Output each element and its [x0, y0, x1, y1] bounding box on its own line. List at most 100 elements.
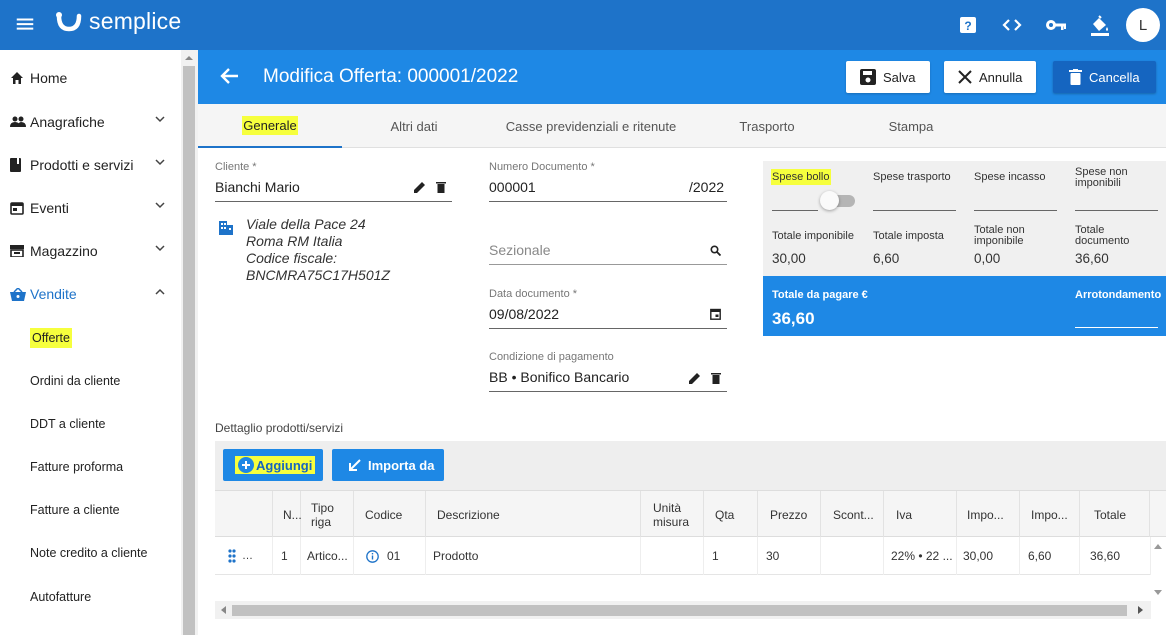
logo-icon — [56, 11, 82, 31]
column-header-totale[interactable]: Totale — [1080, 491, 1150, 538]
column-header-iva[interactable]: Iva — [884, 491, 957, 538]
column-header-tipo[interactable]: Tipo riga — [301, 491, 354, 538]
cell-imposta[interactable]: 6,60 — [1020, 537, 1080, 575]
spese-trasporto-field[interactable] — [873, 210, 956, 211]
building-icon — [217, 218, 234, 235]
data-field[interactable]: 09/08/2022 — [489, 306, 559, 322]
cell-tipo[interactable]: Artico... — [301, 537, 354, 575]
cell-iva[interactable]: 22% • 22 ... — [884, 537, 957, 575]
trash-icon[interactable] — [436, 181, 446, 193]
cell-n[interactable]: 1 — [273, 537, 301, 575]
sidebar-item-eventi[interactable]: Eventi — [0, 188, 181, 228]
chevron-down-icon — [155, 116, 165, 123]
totale-imponibile-value: 30,00 — [772, 251, 806, 266]
sidebar-subitem-ddt[interactable]: DDT a cliente — [30, 414, 106, 434]
scroll-up-arrow-icon[interactable] — [184, 55, 194, 61]
paint-bucket-icon[interactable] — [1078, 7, 1122, 43]
cliente-field[interactable]: Bianchi Mario — [215, 179, 300, 195]
totals-panel: Spese bollo Spese trasporto Spese incass… — [763, 161, 1166, 276]
key-icon[interactable] — [1034, 7, 1078, 43]
spese-non-imponibili-field[interactable] — [1075, 210, 1158, 211]
edit-icon[interactable] — [414, 181, 426, 193]
row-drag-handle[interactable]: … — [215, 537, 273, 575]
sidebar-item-label: Home — [30, 70, 68, 86]
column-header-imposta[interactable]: Impo... — [1020, 491, 1080, 538]
tab-casse-previdenziali[interactable]: Casse previdenziali e ritenute — [486, 104, 696, 148]
column-header-um[interactable]: Unità misura — [641, 491, 704, 538]
menu-icon[interactable] — [14, 13, 36, 35]
tab-bar: Generale Altri dati Casse previdenziali … — [198, 104, 1166, 148]
scroll-right-arrow-icon[interactable] — [1138, 606, 1143, 614]
data-underline — [489, 328, 727, 329]
spese-incasso-field[interactable] — [974, 210, 1057, 211]
column-header-sconto[interactable]: Scont... — [821, 491, 884, 538]
sidebar-item-magazzino[interactable]: Magazzino — [0, 231, 181, 271]
sidebar-item-anagrafiche[interactable]: Anagrafiche — [0, 102, 181, 142]
condizione-field[interactable]: BB • Bonifico Bancario — [489, 369, 629, 385]
table-row[interactable]: … 1 Artico... 01 Prodotto 1 30 22% • 22 … — [215, 537, 1151, 575]
sidebar-item-label: Eventi — [30, 200, 69, 216]
book-icon — [10, 158, 30, 172]
cell-prezzo[interactable]: 30 — [758, 537, 821, 575]
grid-empty-area — [215, 575, 1151, 601]
toggle-knob[interactable] — [820, 191, 839, 210]
grid-horizontal-scrollbar-thumb[interactable] — [232, 605, 1127, 616]
delete-button[interactable]: Cancella — [1053, 61, 1156, 93]
sidebar-subitem-autofatture[interactable]: Autofatture — [30, 587, 91, 607]
sezionale-input[interactable]: Sezionale — [489, 242, 551, 258]
add-row-button[interactable]: Aggiungi — [223, 449, 323, 481]
column-header-imponibile[interactable]: Impo... — [957, 491, 1020, 538]
scroll-up-arrow-icon[interactable] — [1154, 544, 1162, 549]
cell-descrizione[interactable]: Prodotto — [426, 537, 641, 575]
sidebar-subitem-fatture[interactable]: Fatture a cliente — [30, 500, 120, 520]
column-header-descrizione[interactable]: Descrizione — [426, 491, 641, 538]
cancel-button[interactable]: Annulla — [944, 61, 1037, 93]
cell-sconto[interactable] — [821, 537, 884, 575]
chevron-down-icon — [155, 245, 165, 252]
tab-generale[interactable]: Generale — [198, 104, 342, 148]
sidebar-item-vendite[interactable]: Vendite — [0, 274, 181, 314]
search-icon[interactable] — [710, 245, 721, 256]
sidebar-item-home[interactable]: Home — [0, 58, 181, 98]
avatar[interactable]: L — [1126, 8, 1160, 42]
sidebar-scrollbar-thumb[interactable] — [183, 66, 195, 635]
trash-icon[interactable] — [711, 372, 721, 384]
tab-trasporto[interactable]: Trasporto — [696, 104, 838, 148]
spese-incasso-label: Spese incasso — [974, 171, 1046, 183]
chevron-down-icon — [155, 202, 165, 209]
cell-um[interactable] — [641, 537, 704, 575]
tab-stampa[interactable]: Stampa — [838, 104, 984, 148]
save-button[interactable]: Salva — [846, 61, 930, 93]
arrotondamento-field[interactable] — [1075, 327, 1158, 328]
back-arrow-icon[interactable] — [220, 67, 240, 85]
grid-vertical-scrollbar[interactable] — [1151, 537, 1166, 599]
help-icon[interactable]: ? — [946, 7, 990, 43]
calendar-icon[interactable] — [710, 308, 721, 320]
logo[interactable]: semplice — [55, 8, 181, 35]
tab-altri-dati[interactable]: Altri dati — [342, 104, 486, 148]
numero-field[interactable]: 000001 — [489, 179, 536, 195]
edit-icon[interactable] — [689, 372, 701, 384]
sidebar-subitem-offerte[interactable]: Offerte — [30, 328, 72, 348]
sidebar-subitem-ordini[interactable]: Ordini da cliente — [30, 371, 120, 391]
sidebar-item-prodotti[interactable]: Prodotti e servizi — [0, 145, 181, 185]
column-header-codice[interactable]: Codice — [354, 491, 426, 538]
code-icon[interactable] — [990, 7, 1034, 43]
cell-codice[interactable]: 01 — [354, 537, 426, 575]
cell-qta[interactable]: 1 — [704, 537, 758, 575]
scroll-left-arrow-icon[interactable] — [221, 606, 226, 614]
cell-imponibile[interactable]: 30,00 — [957, 537, 1020, 575]
cell-totale[interactable]: 36,60 — [1080, 537, 1151, 575]
sidebar-subitem-proforma[interactable]: Fatture proforma — [30, 457, 123, 477]
sidebar-subitem-note-credito[interactable]: Note credito a cliente — [30, 543, 147, 563]
column-header-prezzo[interactable]: Prezzo — [758, 491, 821, 538]
column-header-n[interactable]: N... — [273, 491, 302, 538]
scroll-down-arrow-icon[interactable] — [1154, 590, 1162, 595]
import-button[interactable]: Importa da — [332, 449, 444, 481]
cancel-label: Annulla — [979, 69, 1023, 85]
numero-label: Numero Documento * — [489, 161, 595, 173]
people-icon — [10, 116, 30, 128]
info-icon[interactable] — [366, 549, 379, 563]
column-header-qta[interactable]: Qta — [704, 491, 758, 538]
numero-suffix: /2022 — [689, 179, 725, 195]
